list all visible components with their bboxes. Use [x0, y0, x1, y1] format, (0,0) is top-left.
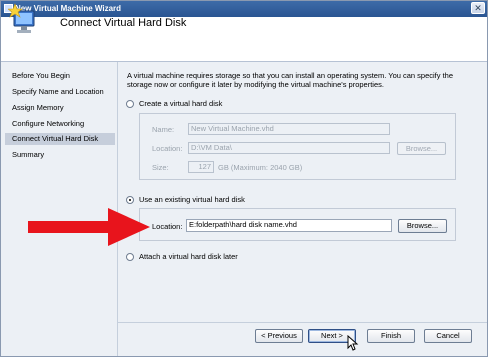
existing-vhd-label[interactable]: Use an existing virtual hard disk [139, 195, 245, 204]
close-icon: ✕ [474, 3, 482, 13]
step-specify-name-location[interactable]: Specify Name and Location [5, 86, 115, 98]
step-configure-networking[interactable]: Configure Networking [5, 118, 115, 130]
arrow-shape [28, 208, 150, 246]
location-label: Location: [152, 222, 183, 231]
vhd-location-field-disabled[interactable]: D:\VM Data\ [188, 142, 390, 154]
size-label: Size: [152, 163, 169, 172]
mouse-cursor-icon [347, 334, 359, 353]
step-before-you-begin[interactable]: Before You Begin [5, 70, 115, 82]
step-summary[interactable]: Summary [5, 149, 115, 161]
size-note: GB (Maximum: 2040 GB) [218, 163, 303, 172]
attach-later-label[interactable]: Attach a virtual hard disk later [139, 252, 238, 261]
browse-button-disabled[interactable]: Browse... [397, 142, 446, 155]
existing-vhd-radio[interactable] [126, 196, 134, 204]
create-vhd-label[interactable]: Create a virtual hard disk [139, 99, 222, 108]
close-button[interactable]: ✕ [471, 2, 485, 14]
finish-button[interactable]: Finish [367, 329, 415, 343]
title-bar[interactable]: New Virtual Machine Wizard [1, 1, 487, 17]
browse-button[interactable]: Browse... [398, 219, 447, 233]
step-connect-virtual-hard-disk[interactable]: Connect Virtual Hard Disk [5, 133, 115, 145]
vhd-size-field[interactable]: 127 [188, 161, 214, 173]
previous-button[interactable]: < Previous [255, 329, 303, 343]
computer-star-icon [7, 3, 44, 39]
red-arrow-annotation [28, 208, 150, 246]
create-vhd-radio[interactable] [126, 100, 134, 108]
step-assign-memory[interactable]: Assign Memory [5, 102, 115, 114]
name-label: Name: [152, 125, 175, 134]
cancel-button[interactable]: Cancel [424, 329, 472, 343]
existing-vhd-location-field[interactable]: E:folderpath\hard disk name.vhd [186, 219, 392, 232]
attach-later-radio[interactable] [126, 253, 134, 261]
location-label-disabled: Location: [152, 144, 183, 153]
vhd-name-field[interactable]: New Virtual Machine.vhd [188, 123, 390, 135]
storage-description: A virtual machine requires storage so th… [127, 71, 454, 89]
page-title: Connect Virtual Hard Disk [60, 17, 187, 29]
